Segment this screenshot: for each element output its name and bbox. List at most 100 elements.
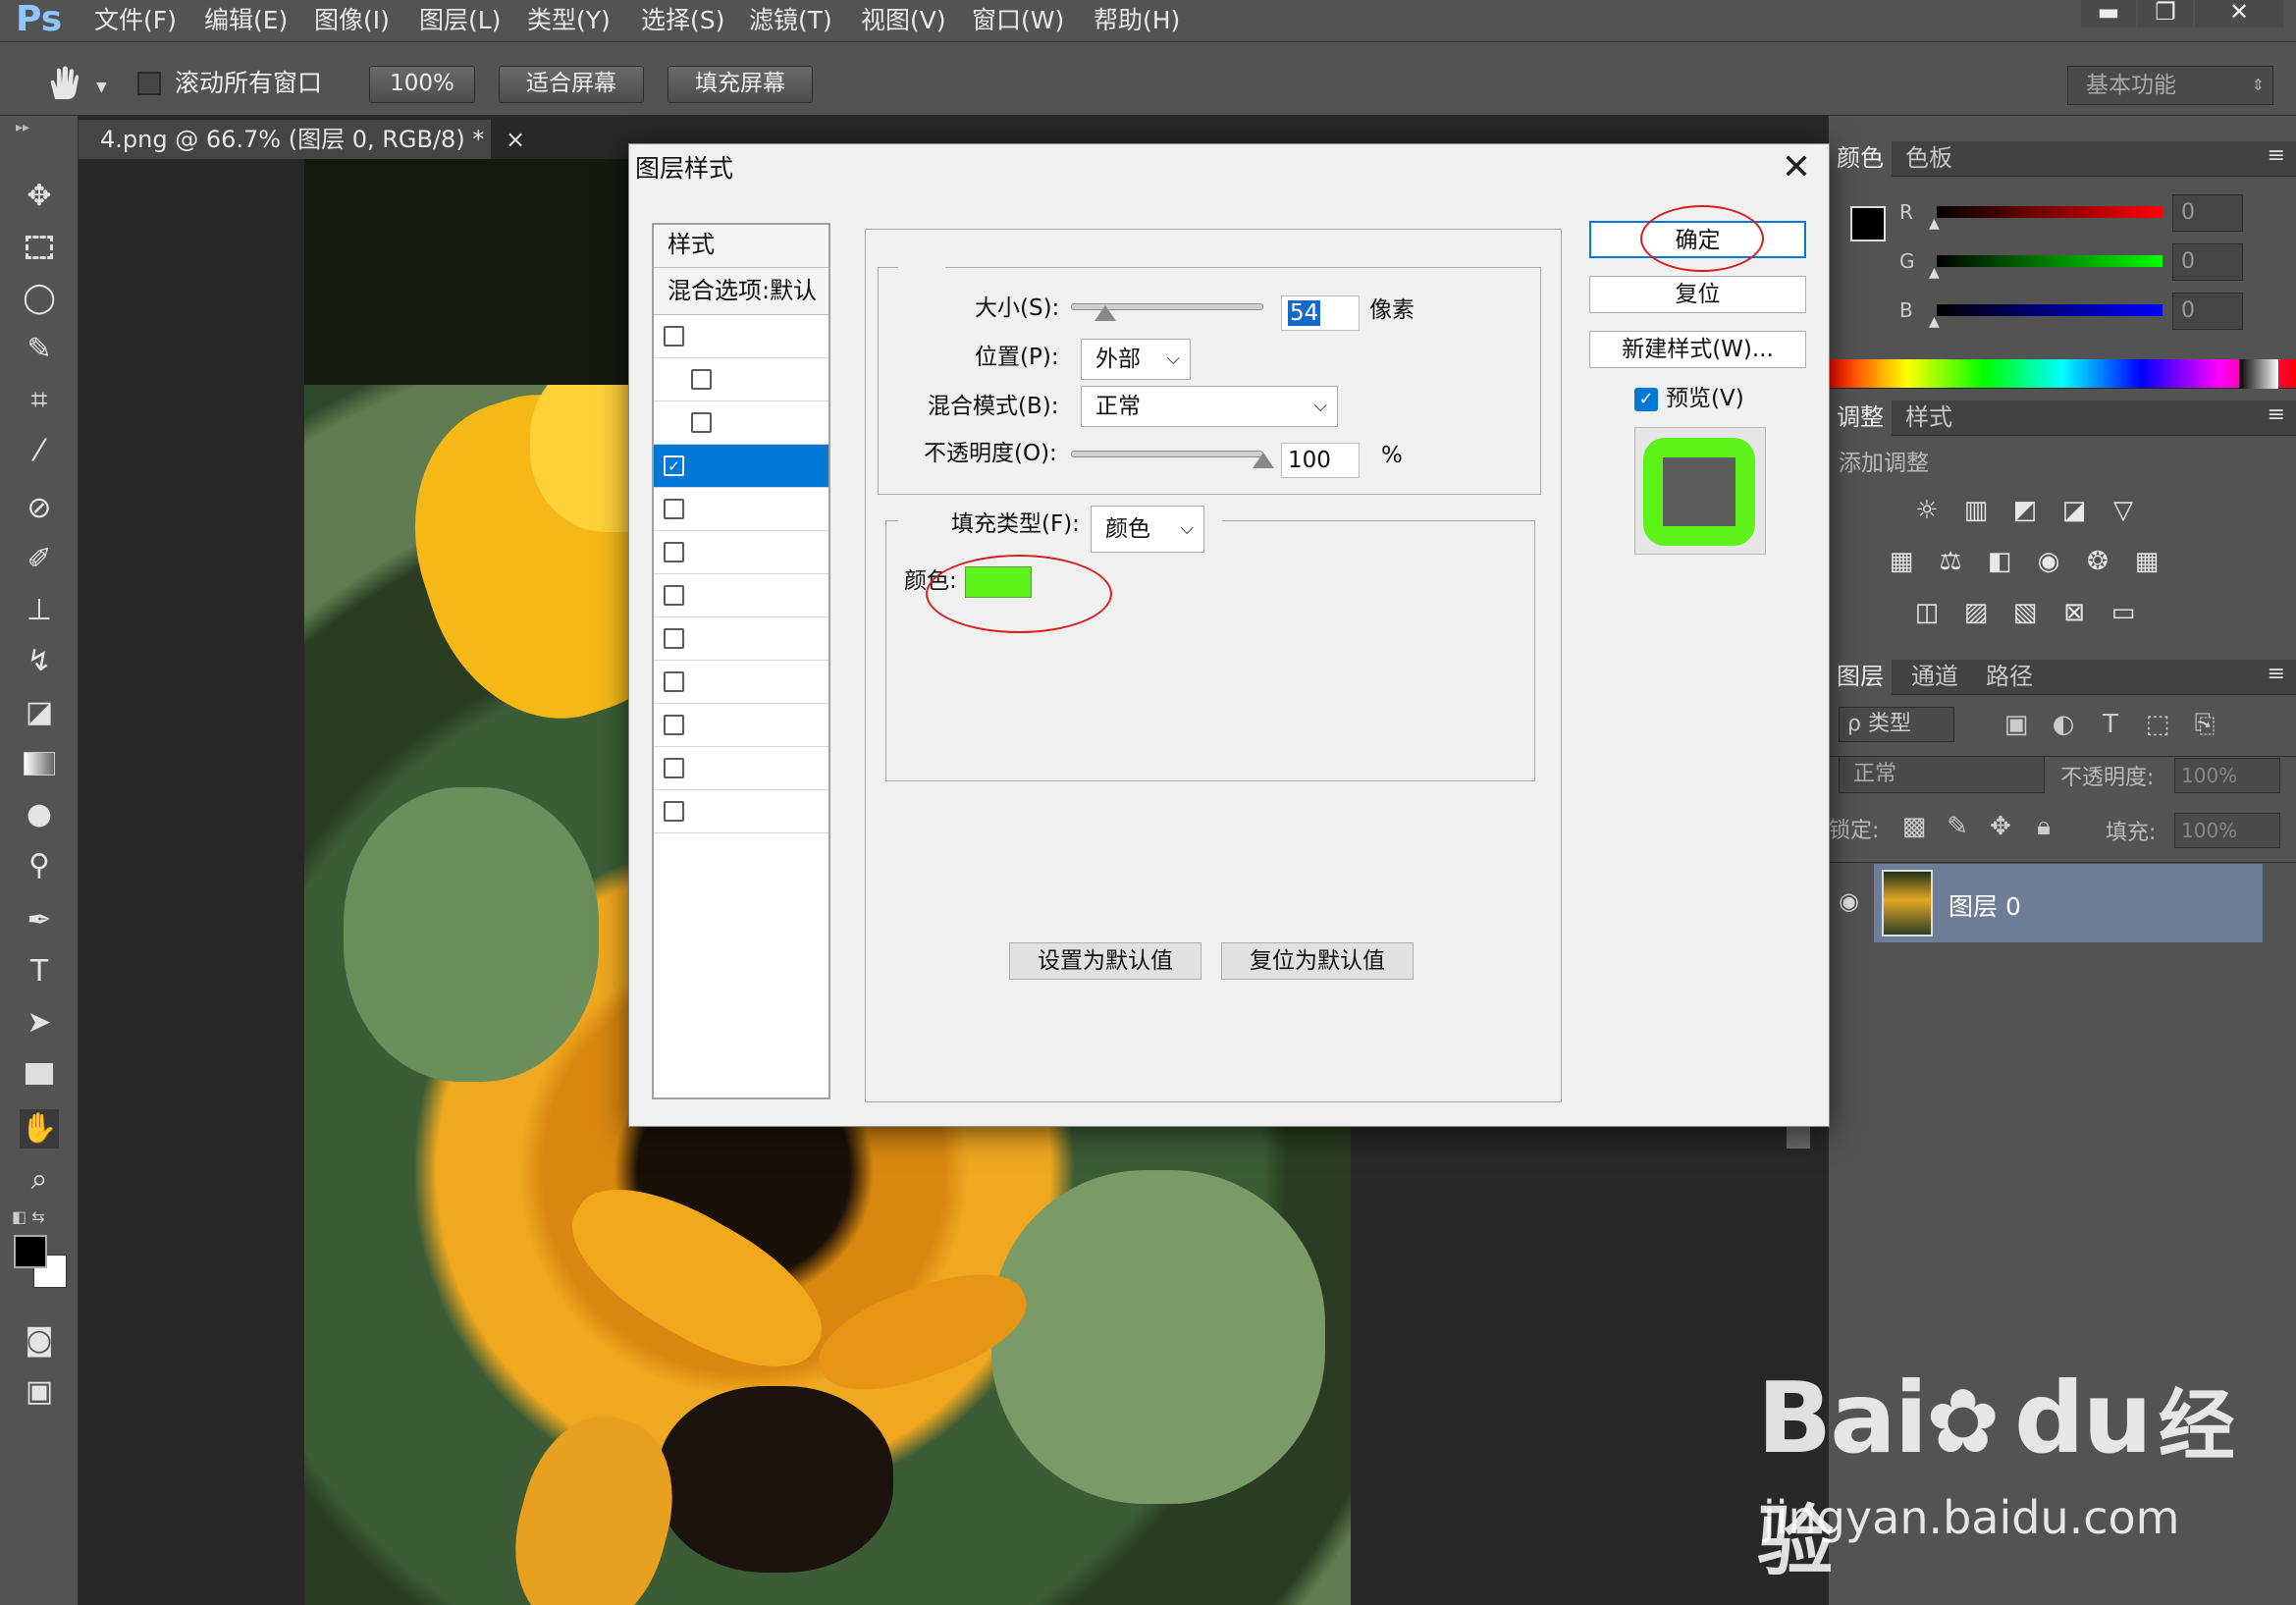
levels-icon[interactable]: ▥ [1958,495,1994,526]
menu-layer[interactable]: 图层(L) [419,6,501,35]
style-row[interactable] [654,747,828,790]
gradient-tool-icon[interactable] [20,744,59,783]
reset-default-button[interactable]: 复位为默认值 [1221,942,1414,980]
color-panel-background-swatch[interactable] [1870,226,1903,259]
panel-menu-icon[interactable]: ≡ [2268,143,2285,168]
channel-value-input[interactable]: 0 [2172,293,2243,330]
gradient-map-icon[interactable]: ▭ [2106,597,2141,628]
channel-slider[interactable] [1937,255,2163,267]
scroll-all-checkbox[interactable] [137,72,161,95]
lock-position-icon[interactable]: ✥ [1984,811,2017,842]
quick-mask-icon[interactable]: ◙ [20,1321,59,1361]
vibrance-icon[interactable]: ▽ [2106,495,2141,526]
restore-button[interactable]: ❐ [2138,0,2193,27]
fill-type-select[interactable]: 颜色 ⌵ [1091,506,1204,553]
tab-paths[interactable]: 路径 [1978,660,2041,695]
reset-button[interactable]: 复位 [1589,276,1806,313]
menu-file[interactable]: 文件(F) [94,6,177,35]
style-row-checkbox[interactable] [664,628,684,649]
layer-filter-select[interactable]: ρ 类型 [1839,707,1954,742]
layer-name[interactable]: 图层 0 [1949,887,2021,923]
menu-select[interactable]: 选择(S) [641,6,724,35]
minimize-button[interactable]: ▬ [2081,0,2136,27]
style-row[interactable] [654,401,828,445]
brightness-icon[interactable]: ☼ [1909,495,1945,526]
panel-menu-icon[interactable]: ≡ [2268,402,2285,427]
blend-mode-select[interactable]: 正常 ⌵ [1081,386,1338,427]
lock-transparent-icon[interactable]: ▩ [1897,811,1931,842]
style-row[interactable] [654,617,828,661]
blur-tool-icon[interactable]: ● [20,795,59,834]
clone-stamp-tool-icon[interactable]: ⊥ [20,591,59,630]
tool-preset-dropdown-icon[interactable]: ▼ [96,80,107,95]
eraser-tool-icon[interactable]: ◪ [20,693,59,732]
threshold-icon[interactable]: ▧ [2007,597,2043,628]
preview-checkbox[interactable]: ✓ [1634,388,1658,411]
workspace-select[interactable]: 基本功能 ⇕ [2067,66,2273,105]
channel-slider-thumb-icon[interactable]: ▲ [1929,216,1940,232]
swap-colors-icon[interactable]: ◧ ⇆ [12,1207,71,1227]
marquee-tool-icon[interactable] [20,228,59,267]
style-row[interactable] [654,661,828,704]
crop-tool-icon[interactable]: ⌗ [20,381,59,420]
tab-channels[interactable]: 通道 [1903,660,1966,695]
style-row-checkbox[interactable] [664,499,684,519]
position-select[interactable]: 外部 ⌵ [1081,339,1191,380]
style-row-checkbox[interactable] [691,412,712,433]
hand-tool-icon[interactable]: ✋ [20,1109,59,1149]
menu-help[interactable]: 帮助(H) [1094,6,1180,35]
style-row[interactable]: ✓ [654,445,828,488]
channel-slider-thumb-icon[interactable]: ▲ [1929,314,1940,330]
history-brush-tool-icon[interactable]: ↯ [20,642,59,681]
eye-icon[interactable]: ◉ [1839,887,1859,915]
grayscale-ramp[interactable] [2239,359,2278,389]
channel-mixer-icon[interactable]: ❂ [2080,546,2115,577]
zoom-tool-icon[interactable]: ⌕ [20,1160,59,1200]
tab-layers[interactable]: 图层 [1829,660,1892,695]
brush-tool-icon[interactable]: ✐ [20,540,59,579]
fill-screen-button[interactable]: 填充屏幕 [667,66,813,103]
type-tool-icon[interactable]: T [20,952,59,991]
photo-filter-icon[interactable]: ◉ [2031,546,2066,577]
color-balance-icon[interactable]: ⚖ [1933,546,1968,577]
style-row-checkbox[interactable] [664,715,684,735]
dodge-tool-icon[interactable]: ⚲ [20,846,59,885]
opacity-input[interactable]: 100 [1281,443,1360,478]
filter-shape-icon[interactable]: ⬚ [2141,709,2174,740]
style-row-checkbox[interactable] [664,758,684,778]
channel-value-input[interactable]: 0 [2172,194,2243,232]
document-tab-close-icon[interactable]: × [506,126,525,153]
style-row-checkbox[interactable] [691,369,712,390]
path-select-tool-icon[interactable]: ➤ [20,1003,59,1043]
filter-pixel-icon[interactable]: ▣ [2000,709,2033,740]
style-row[interactable] [654,790,828,833]
lock-image-icon[interactable]: ✎ [1941,811,1974,842]
color-lookup-icon[interactable]: ▦ [2129,546,2164,577]
pen-tool-icon[interactable]: ✒ [20,901,59,940]
panel-menu-icon[interactable]: ≡ [2268,662,2285,686]
menu-filter[interactable]: 滤镜(T) [749,6,832,35]
close-window-button[interactable]: ✕ [2195,0,2283,27]
size-slider-thumb[interactable] [1095,305,1117,321]
style-row[interactable] [654,574,828,617]
style-row[interactable] [654,704,828,747]
opacity-slider[interactable] [1071,451,1263,457]
style-row[interactable] [654,531,828,574]
style-row[interactable] [654,358,828,401]
layer-opacity-input[interactable]: 100% [2174,758,2280,793]
fit-screen-button[interactable]: 适合屏幕 [499,66,644,103]
filter-smart-icon[interactable]: ⎘ [2188,709,2221,740]
curves-icon[interactable]: ◩ [2007,495,2043,526]
layer-fill-input[interactable]: 100% [2174,813,2280,848]
rectangle-tool-icon[interactable] [20,1054,59,1094]
size-input[interactable]: 54 [1281,295,1360,331]
dialog-close-button[interactable]: ✕ [1782,146,1811,189]
hue-saturation-icon[interactable]: ▦ [1884,546,1919,577]
menu-view[interactable]: 视图(V) [861,6,946,35]
set-default-button[interactable]: 设置为默认值 [1009,942,1201,980]
lock-all-icon[interactable]: 🔒︎ [2027,811,2060,842]
styles-header[interactable]: 样式 [654,225,828,268]
layer-blend-select[interactable]: 正常 [1839,756,2045,793]
menu-edit[interactable]: 编辑(E) [204,6,288,35]
filter-adjust-icon[interactable]: ◐ [2047,709,2080,740]
